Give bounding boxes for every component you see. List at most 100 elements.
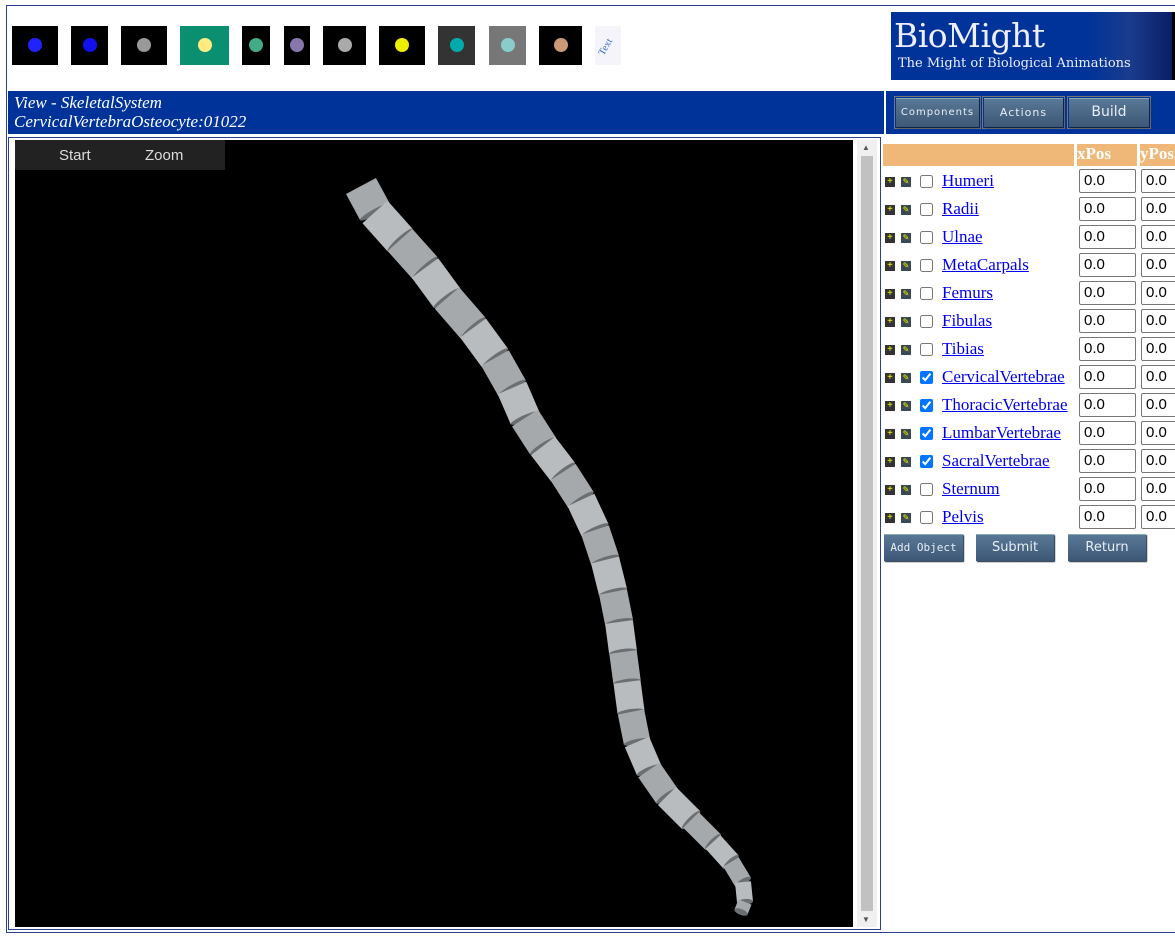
component-link[interactable]: Ulnae [942,227,983,247]
component-link[interactable]: Pelvis [942,507,984,527]
component-link[interactable]: Femurs [942,283,993,303]
ypos-input[interactable]: 0.0 [1141,505,1175,529]
ypos-input[interactable]: 0.0 [1141,393,1175,417]
edit-icon[interactable]: ✎ [901,429,911,439]
xpos-input[interactable]: 0.0 [1079,505,1136,529]
select-checkbox[interactable] [920,287,933,300]
actions-button[interactable]: Actions [984,98,1063,127]
start-button[interactable]: Start [59,147,91,164]
3d-canvas[interactable]: Start Zoom [15,140,853,927]
edit-icon[interactable]: ✎ [901,177,911,187]
components-button[interactable]: Components [896,98,979,127]
edit-icon[interactable]: ✎ [901,401,911,411]
component-link[interactable]: LumbarVertebrae [942,423,1061,443]
ypos-input[interactable]: 0.0 [1141,365,1175,389]
ypos-input[interactable]: 0.0 [1141,449,1175,473]
select-checkbox[interactable] [920,203,933,216]
thumbnail-cell-diagram[interactable] [180,26,229,65]
select-checkbox[interactable] [920,511,933,524]
component-link[interactable]: Humeri [942,171,994,191]
ypos-input[interactable]: 0.0 [1141,309,1175,333]
select-checkbox[interactable] [920,427,933,440]
xpos-input[interactable]: 0.0 [1079,225,1136,249]
expand-plus-icon[interactable]: + [885,373,895,383]
ypos-input[interactable]: 0.0 [1141,253,1175,277]
edit-icon[interactable]: ✎ [901,457,911,467]
zoom-button[interactable]: Zoom [145,147,183,164]
expand-plus-icon[interactable]: + [885,205,895,215]
edit-icon[interactable]: ✎ [901,513,911,523]
component-link[interactable]: Fibulas [942,311,992,331]
edit-icon[interactable]: ✎ [901,233,911,243]
ypos-input[interactable]: 0.0 [1141,169,1175,193]
scroll-down-icon[interactable]: ▼ [862,915,870,924]
scroll-up-icon[interactable]: ▲ [862,143,870,152]
select-checkbox[interactable] [920,259,933,272]
edit-icon[interactable]: ✎ [901,261,911,271]
select-checkbox[interactable] [920,231,933,244]
select-checkbox[interactable] [920,315,933,328]
xpos-input[interactable]: 0.0 [1079,169,1136,193]
select-checkbox[interactable] [920,175,933,188]
component-link[interactable]: SacralVertebrae [942,451,1050,471]
component-link[interactable]: ThoracicVertebrae [942,395,1068,415]
add-object-button[interactable]: Add Object [884,534,963,561]
edit-icon[interactable]: ✎ [901,317,911,327]
thumbnail-human-torso[interactable] [539,26,582,65]
expand-plus-icon[interactable]: + [885,401,895,411]
xpos-input[interactable]: 0.0 [1079,449,1136,473]
thumbnail-colored-cubes[interactable] [379,26,425,65]
ypos-input[interactable]: 0.0 [1141,197,1175,221]
expand-plus-icon[interactable]: + [885,485,895,495]
scrollbar-thumb[interactable] [861,156,873,911]
edit-icon[interactable]: ✎ [901,485,911,495]
xpos-input[interactable]: 0.0 [1079,337,1136,361]
expand-plus-icon[interactable]: + [885,317,895,327]
thumbnail-molecule-chain[interactable] [12,26,58,65]
thumbnail-text-icon[interactable]: Text [595,26,621,65]
edit-icon[interactable]: ✎ [901,345,911,355]
ypos-input[interactable]: 0.0 [1141,421,1175,445]
expand-plus-icon[interactable]: + [885,457,895,467]
edit-icon[interactable]: ✎ [901,373,911,383]
thumbnail-lungs-model[interactable] [489,26,526,65]
thumbnail-organ-model[interactable] [438,26,475,65]
expand-plus-icon[interactable]: + [885,513,895,523]
thumbnail-cell-small[interactable] [242,26,270,65]
xpos-input[interactable]: 0.0 [1079,197,1136,221]
xpos-input[interactable]: 0.0 [1079,281,1136,305]
edit-icon[interactable]: ✎ [901,205,911,215]
thumbnail-dna-helix[interactable] [121,26,167,65]
expand-plus-icon[interactable]: + [885,345,895,355]
expand-plus-icon[interactable]: + [885,289,895,299]
select-checkbox[interactable] [920,455,933,468]
component-link[interactable]: Sternum [942,479,1000,499]
xpos-input[interactable]: 0.0 [1079,421,1136,445]
select-checkbox[interactable] [920,399,933,412]
thumbnail-cell-stack[interactable] [284,26,310,65]
component-link[interactable]: Tibias [942,339,984,359]
expand-plus-icon[interactable]: + [885,261,895,271]
component-link[interactable]: MetaCarpals [942,255,1029,275]
thumbnail-sphere-cell[interactable] [323,26,366,65]
ypos-input[interactable]: 0.0 [1141,337,1175,361]
xpos-input[interactable]: 0.0 [1079,393,1136,417]
select-checkbox[interactable] [920,371,933,384]
expand-plus-icon[interactable]: + [885,177,895,187]
vertical-scrollbar[interactable]: ▲ ▼ [857,140,877,927]
submit-button[interactable]: Submit [976,534,1054,561]
edit-icon[interactable]: ✎ [901,289,911,299]
xpos-input[interactable]: 0.0 [1079,253,1136,277]
component-link[interactable]: CervicalVertebrae [942,367,1065,387]
ypos-input[interactable]: 0.0 [1141,477,1175,501]
xpos-input[interactable]: 0.0 [1079,365,1136,389]
select-checkbox[interactable] [920,343,933,356]
ypos-input[interactable]: 0.0 [1141,281,1175,305]
ypos-input[interactable]: 0.0 [1141,225,1175,249]
return-button[interactable]: Return [1068,534,1146,561]
expand-plus-icon[interactable]: + [885,429,895,439]
thumbnail-blue-spheres[interactable] [71,26,108,65]
xpos-input[interactable]: 0.0 [1079,309,1136,333]
build-button[interactable]: Build [1069,98,1149,127]
xpos-input[interactable]: 0.0 [1079,477,1136,501]
